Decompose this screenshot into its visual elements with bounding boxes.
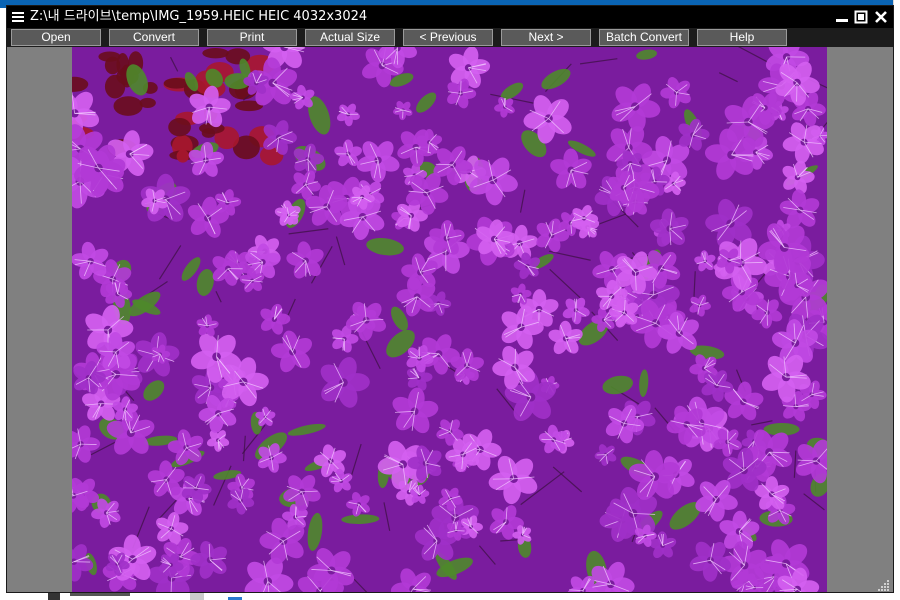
resize-grip-icon[interactable] <box>878 578 890 591</box>
desktop-fragment <box>190 592 204 600</box>
actual-size-button[interactable]: Actual Size <box>305 29 395 46</box>
batch-convert-button[interactable]: Batch Convert <box>599 29 689 46</box>
close-icon[interactable] <box>873 9 889 25</box>
open-button[interactable]: Open <box>11 29 101 46</box>
desktop-fragment <box>70 592 130 596</box>
help-button[interactable]: Help <box>697 29 787 46</box>
next-button[interactable]: Next > <box>501 29 591 46</box>
previous-button[interactable]: < Previous <box>403 29 493 46</box>
desktop-taskbar-edge <box>0 592 900 600</box>
desktop-fragment <box>48 592 60 600</box>
minimize-icon[interactable] <box>834 9 850 25</box>
azalea-photo-render <box>72 47 827 592</box>
image-viewport[interactable] <box>7 47 893 592</box>
azalea-photo <box>72 47 827 592</box>
title-bar[interactable]: Z:\내 드라이브\temp\IMG_1959.HEIC HEIC 4032x3… <box>7 6 893 28</box>
maximize-icon[interactable] <box>853 9 869 25</box>
convert-button[interactable]: Convert <box>109 29 199 46</box>
window-title: Z:\내 드라이브\temp\IMG_1959.HEIC HEIC 4032x3… <box>30 9 368 24</box>
desktop-background-edge <box>893 0 900 600</box>
hamburger-menu-icon[interactable] <box>11 10 25 24</box>
toolbar: Open Convert Print Actual Size < Previou… <box>7 28 893 47</box>
print-button[interactable]: Print <box>207 29 297 46</box>
heic-viewer-window: Z:\내 드라이브\temp\IMG_1959.HEIC HEIC 4032x3… <box>7 6 893 592</box>
